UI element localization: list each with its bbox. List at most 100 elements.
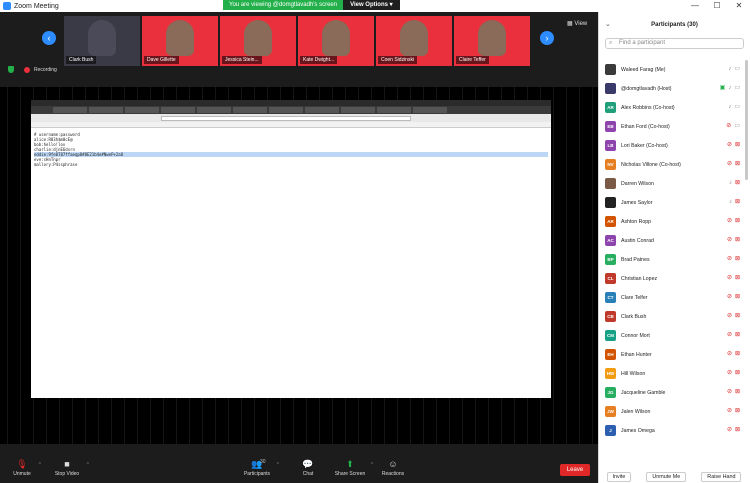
- participant-row[interactable]: CB Clark Bush ⊘ ⊠: [599, 307, 749, 326]
- password-file-content: # username:password alice:R83h$m0cE@ bob…: [31, 128, 551, 171]
- video-off-icon: ⊠: [734, 294, 740, 300]
- unmute-me-button[interactable]: Unmute Me: [646, 471, 687, 482]
- participant-row[interactable]: AR Ashton Ropp ⊘ ⊠: [599, 212, 749, 231]
- invite-button[interactable]: Invite: [606, 471, 632, 482]
- participant-avatar: J: [605, 425, 616, 436]
- participant-avatar: AC: [605, 235, 616, 246]
- participant-row[interactable]: Darren Wilson ♪ ⊠: [599, 174, 749, 193]
- share-screen-label: Share Screen: [334, 471, 366, 477]
- participant-status-icons: ⊘ ⊠: [727, 427, 740, 434]
- video-thumbnail[interactable]: Coen Sidzinski: [376, 16, 452, 66]
- close-button[interactable]: ✕: [728, 0, 750, 12]
- participant-name: James Omega: [621, 427, 655, 434]
- thumbnail-name: Coen Sidzinski: [378, 56, 418, 64]
- participant-row[interactable]: CL Christian Lopez ⊘ ⊠: [599, 269, 749, 288]
- participant-name: Christian Lopez: [621, 275, 658, 282]
- participant-status-icons: ⊘ ⊠: [727, 161, 740, 168]
- prev-page-icon[interactable]: ‹: [42, 31, 56, 45]
- unmute-button[interactable]: 🎙 Unmute ⌃: [8, 459, 42, 477]
- panel-scrollbar[interactable]: [745, 60, 748, 180]
- chevron-up-icon[interactable]: ⌃: [86, 462, 90, 468]
- participant-row[interactable]: BP Brad Patnes ⊘ ⊠: [599, 250, 749, 269]
- mic-muted-icon: ⊘: [726, 161, 732, 167]
- thumbnail-name: Clark Bush: [66, 56, 97, 64]
- mic-muted-icon: ⊘: [726, 408, 732, 414]
- participant-search-input[interactable]: ⌕ Find a participant: [605, 38, 744, 49]
- maximize-button[interactable]: ☐: [706, 0, 728, 12]
- participant-avatar: JW: [605, 406, 616, 417]
- url-field: [161, 115, 411, 121]
- participant-row[interactable]: AC Austin Conrad ⊘ ⊠: [599, 231, 749, 250]
- participant-name: Jacqueline Gamble: [621, 389, 666, 396]
- video-thumbnail-strip: Clark Bush Dave Gillette Jessica Stein..…: [64, 16, 530, 70]
- chevron-up-icon[interactable]: ⌃: [370, 462, 374, 468]
- shared-browser-window: # username:password alice:R83h$m0cE@ bob…: [31, 100, 551, 398]
- participants-button[interactable]: 👥 30 Participants ⌃: [240, 459, 280, 477]
- chat-button[interactable]: 💬 Chat: [298, 459, 318, 477]
- leave-button[interactable]: Leave: [560, 464, 590, 476]
- chevron-up-icon[interactable]: ⌃: [276, 462, 280, 468]
- participant-status-icons: ♪ ⊠: [729, 199, 740, 206]
- participants-label: Participants: [243, 471, 271, 477]
- participant-name: James Saylor: [621, 199, 653, 206]
- view-button[interactable]: ▦ View: [567, 20, 587, 27]
- reactions-button[interactable]: ☺ Reactions: [378, 459, 408, 477]
- participant-photo: [605, 64, 616, 75]
- mic-icon: ♪: [728, 199, 732, 205]
- participant-video: [166, 20, 194, 56]
- participant-name: Clare Telfer: [621, 294, 648, 301]
- participant-row[interactable]: J James Omega ⊘ ⊠: [599, 421, 749, 440]
- chevron-up-icon[interactable]: ⌃: [38, 462, 42, 468]
- video-off-icon: ⊠: [734, 180, 740, 186]
- next-page-icon[interactable]: ›: [540, 31, 554, 45]
- participant-row[interactable]: JW Jalen Wilson ⊘ ⊠: [599, 402, 749, 421]
- video-thumbnail[interactable]: Jessica Stein...: [220, 16, 296, 66]
- participant-row[interactable]: JG Jacqueline Gamble ⊘ ⊠: [599, 383, 749, 402]
- participant-list: Waleed Farag (Me) ♪ ▭ @domgtlavadh (Host) ▣ ♪…: [599, 60, 749, 468]
- participant-avatar: AR: [605, 102, 616, 113]
- participant-row[interactable]: James Saylor ♪ ⊠: [599, 193, 749, 212]
- participant-name: Hill Wilson: [621, 370, 646, 377]
- participant-name: Waleed Farag (Me): [621, 66, 666, 73]
- meeting-area: ‹ Clark Bush Dave Gillette Jessica Stein…: [0, 12, 598, 456]
- participant-row[interactable]: @domgtlavadh (Host) ▣ ♪ ▭: [599, 79, 749, 98]
- video-off-icon: ⊠: [734, 218, 740, 224]
- share-screen-icon: ⬆: [346, 459, 354, 469]
- participant-row[interactable]: EB Ethan Ford (Co-host) ⊘ ▭: [599, 117, 749, 136]
- mic-muted-icon: ⊘: [726, 389, 732, 395]
- participant-status-icons: ⊘ ▭: [726, 123, 740, 130]
- view-options-button[interactable]: View Options ▾: [343, 0, 400, 10]
- viewing-message: You are viewing @domgtlavadh's screen: [223, 0, 344, 10]
- participant-row[interactable]: NV Nicholas Villone (Co-host) ⊘ ⊠: [599, 155, 749, 174]
- video-thumbnail[interactable]: Clark Bush: [64, 16, 140, 66]
- mic-muted-icon: ⊘: [726, 237, 732, 243]
- participant-name: Lori Baker (Co-host): [621, 142, 668, 149]
- participant-status-icons: ⊘ ⊠: [727, 332, 740, 339]
- participant-row[interactable]: AR Alex Robbins (Co-host) ♪ ▭: [599, 98, 749, 117]
- participant-photo: [605, 197, 616, 208]
- participant-row[interactable]: HW Hill Wilson ⊘ ⊠: [599, 364, 749, 383]
- participant-row[interactable]: Waleed Farag (Me) ♪ ▭: [599, 60, 749, 79]
- participant-row[interactable]: CM Connor Mort ⊘ ⊠: [599, 326, 749, 345]
- video-off-icon: ⊠: [734, 275, 740, 281]
- participant-row[interactable]: LB Lori Baker (Co-host) ⊘ ⊠: [599, 136, 749, 155]
- participant-status-icons: ⊘ ⊠: [727, 408, 740, 415]
- participant-row[interactable]: EH Ethan Hunter ⊘ ⊠: [599, 345, 749, 364]
- participant-name: Ethan Hunter: [621, 351, 652, 358]
- raise-hand-button[interactable]: Raise Hand: [701, 471, 742, 482]
- share-screen-button[interactable]: ⬆ Share Screen ⌃: [332, 459, 374, 477]
- video-thumbnail[interactable]: Kate Dwight...: [298, 16, 374, 66]
- participant-row[interactable]: CT Clare Telfer ⊘ ⊠: [599, 288, 749, 307]
- video-thumbnail[interactable]: Claire Teffer: [454, 16, 530, 66]
- video-thumbnail[interactable]: Dave Gillette: [142, 16, 218, 66]
- stop-video-button[interactable]: ■ Stop Video ⌃: [50, 459, 90, 477]
- video-icon: ▭: [734, 85, 740, 91]
- participant-status-icons: ⊘ ⊠: [727, 256, 740, 263]
- panel-footer: Invite Unmute Me Raise Hand: [599, 470, 749, 483]
- mic-muted-icon: 🎙: [16, 459, 28, 469]
- chevron-down-icon[interactable]: ⌄: [605, 12, 611, 38]
- participant-video: [88, 20, 116, 56]
- reactions-label: Reactions: [381, 471, 405, 477]
- participant-avatar: CB: [605, 311, 616, 322]
- minimize-button[interactable]: —: [684, 0, 706, 12]
